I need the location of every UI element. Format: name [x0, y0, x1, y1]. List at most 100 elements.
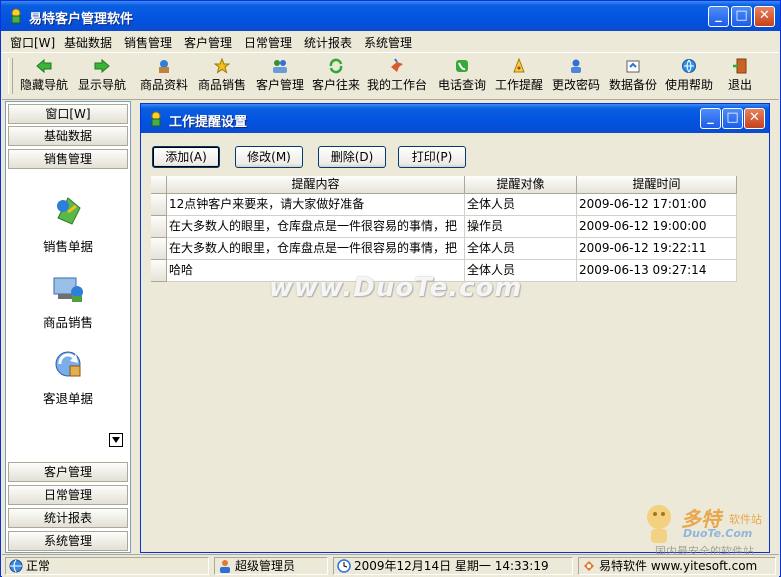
work-reminder-button[interactable]: 工作提醒 [491, 55, 547, 97]
dialog-title: 工作提醒设置 [169, 115, 248, 130]
clock-icon [337, 559, 351, 573]
cell-time: 2009-06-13 09:27:14 [577, 260, 737, 282]
logo-sub: 软件站 [729, 513, 762, 526]
bird-icon [391, 58, 403, 72]
nav-item-product-sales[interactable]: 商品销售 [6, 270, 130, 331]
row-header[interactable] [151, 216, 167, 238]
help-globe-icon [682, 59, 696, 73]
change-password-button[interactable]: 更改密码 [548, 55, 604, 97]
header-corner [151, 176, 167, 194]
nav-group-reports[interactable]: 统计报表 [8, 508, 128, 528]
app-icon [11, 8, 21, 24]
show-nav-button[interactable]: 显示导航 [74, 55, 130, 97]
status-company: 易特软件 www.yitesoft.com [578, 557, 776, 575]
cell-time: 2009-06-12 19:22:11 [577, 238, 737, 260]
refresh-icon [329, 58, 343, 74]
nav-item-sales-orders[interactable]: 销售单据 [6, 194, 130, 255]
arrow-left-icon [36, 58, 52, 74]
column-target[interactable]: 提醒对像 [465, 176, 577, 194]
nav-group-basic-data[interactable]: 基础数据 [8, 126, 128, 146]
close-button[interactable]: ✕ [754, 6, 775, 27]
dialog-titlebar[interactable]: 工作提醒设置 _ □ ✕ [141, 104, 769, 133]
cell-content: 12点钟客户来要来，请大家做好准备 [167, 194, 465, 216]
backup-icon [626, 60, 640, 73]
phone-query-button[interactable]: 电话查询 [434, 55, 490, 97]
menu-daily[interactable]: 日常管理 [244, 34, 292, 51]
cell-time: 2009-06-12 17:01:00 [577, 194, 737, 216]
hide-nav-button[interactable]: 隐藏导航 [16, 55, 72, 97]
main-window: 易特客户管理软件 _ □ ✕ 窗口[W] 基础数据 销售管理 客户管理 日常管理… [0, 0, 781, 577]
menu-system[interactable]: 系统管理 [364, 34, 412, 51]
row-header[interactable] [151, 238, 167, 260]
toolbar: 隐藏导航 显示导航 商品资料 商品销售 客户管理 客户往来 我的工作台 电话查询… [2, 52, 779, 100]
arrow-right-icon [94, 58, 110, 74]
nav-group-daily[interactable]: 日常管理 [8, 485, 128, 505]
edit-button[interactable]: 修改(M) [235, 146, 303, 168]
status-state: 正常 [5, 557, 209, 575]
reminder-table: 提醒内容 提醒对像 提醒时间 12点钟客户来要来，请大家做好准备 全体人员 20… [151, 176, 737, 546]
nav-group-customer[interactable]: 客户管理 [8, 462, 128, 482]
dialog-icon [151, 111, 161, 127]
cell-target: 全体人员 [465, 194, 577, 216]
menu-customer[interactable]: 客户管理 [184, 34, 232, 51]
nav-scroll-down-icon[interactable] [109, 433, 123, 447]
nav-group-sales[interactable]: 销售管理 [8, 149, 128, 169]
table-row[interactable]: 12点钟客户来要来，请大家做好准备 全体人员 2009-06-12 17:01:… [151, 194, 737, 216]
nav-group-system[interactable]: 系统管理 [8, 531, 128, 551]
toolbar-grip[interactable] [8, 58, 13, 94]
duote-logo: 多特 软件站 DuoTe.Com 国内最安全的软件站 [641, 497, 781, 558]
status-user: 超级管理员 [214, 557, 328, 575]
watermark-text: www.DuoTe.com [269, 273, 523, 303]
menubar: 窗口[W] 基础数据 销售管理 客户管理 日常管理 统计报表 系统管理 [2, 31, 779, 51]
my-workbench-button[interactable]: 我的工作台 [364, 55, 430, 97]
customer-mgmt-button[interactable]: 客户管理 [252, 55, 308, 97]
logo-site: DuoTe.Com [683, 527, 753, 540]
column-content[interactable]: 提醒内容 [167, 176, 465, 194]
menu-sales[interactable]: 销售管理 [124, 34, 172, 51]
cell-content: 在大多数人的眼里，仓库盘点是一件很容易的事情，把 [167, 238, 465, 260]
user-icon [220, 560, 230, 573]
app-title: 易特客户管理软件 [29, 12, 134, 27]
main-titlebar[interactable]: 易特客户管理软件 _ □ ✕ [1, 1, 780, 31]
product-sales-icon [53, 277, 83, 302]
returns-icon [55, 351, 81, 377]
status-globe-icon [9, 559, 23, 573]
nav-item-returns[interactable]: 客退单据 [6, 346, 130, 407]
row-header[interactable] [151, 260, 167, 282]
product-icon [159, 60, 169, 73]
cell-time: 2009-06-12 19:00:00 [577, 216, 737, 238]
menu-basic-data[interactable]: 基础数据 [64, 34, 112, 51]
sales-orders-icon [57, 197, 81, 225]
cell-target: 全体人员 [465, 238, 577, 260]
table-header: 提醒内容 提醒对像 提醒时间 [151, 176, 737, 194]
row-header[interactable] [151, 194, 167, 216]
table-row[interactable]: 在大多数人的眼里，仓库盘点是一件很容易的事情，把 操作员 2009-06-12 … [151, 216, 737, 238]
maximize-button[interactable]: □ [731, 6, 752, 27]
customer-contacts-button[interactable]: 客户往来 [308, 55, 364, 97]
company-icon [584, 561, 594, 571]
nav-group-window[interactable]: 窗口[W] [8, 104, 128, 124]
column-time[interactable]: 提醒时间 [577, 176, 737, 194]
exit-door-icon [733, 58, 747, 74]
menu-reports[interactable]: 统计报表 [304, 34, 352, 51]
print-button[interactable]: 打印(P) [398, 146, 466, 168]
phone-icon [456, 60, 468, 72]
menu-window[interactable]: 窗口[W] [10, 34, 55, 51]
data-backup-button[interactable]: 数据备份 [605, 55, 661, 97]
product-sales-button[interactable]: 商品销售 [194, 55, 250, 97]
add-button[interactable]: 添加(A) [152, 146, 220, 168]
reminder-settings-window: 工作提醒设置 _ □ ✕ 添加(A) 修改(M) 删除(D) 打印(P) 提醒内… [140, 103, 770, 553]
help-button[interactable]: 使用帮助 [661, 55, 717, 97]
dialog-maximize-button[interactable]: □ [722, 108, 743, 129]
table-row[interactable]: 在大多数人的眼里，仓库盘点是一件很容易的事情，把 全体人员 2009-06-12… [151, 238, 737, 260]
product-info-button[interactable]: 商品资料 [136, 55, 192, 97]
star-icon [214, 58, 230, 74]
delete-button[interactable]: 删除(D) [318, 146, 386, 168]
exit-button[interactable]: 退出 [720, 55, 760, 97]
dialog-minimize-button[interactable]: _ [700, 108, 721, 129]
user-key-icon [571, 59, 581, 73]
reminder-icon [513, 58, 525, 73]
panel-splitter[interactable] [133, 101, 139, 553]
dialog-close-button[interactable]: ✕ [744, 108, 765, 129]
minimize-button[interactable]: _ [708, 6, 729, 27]
